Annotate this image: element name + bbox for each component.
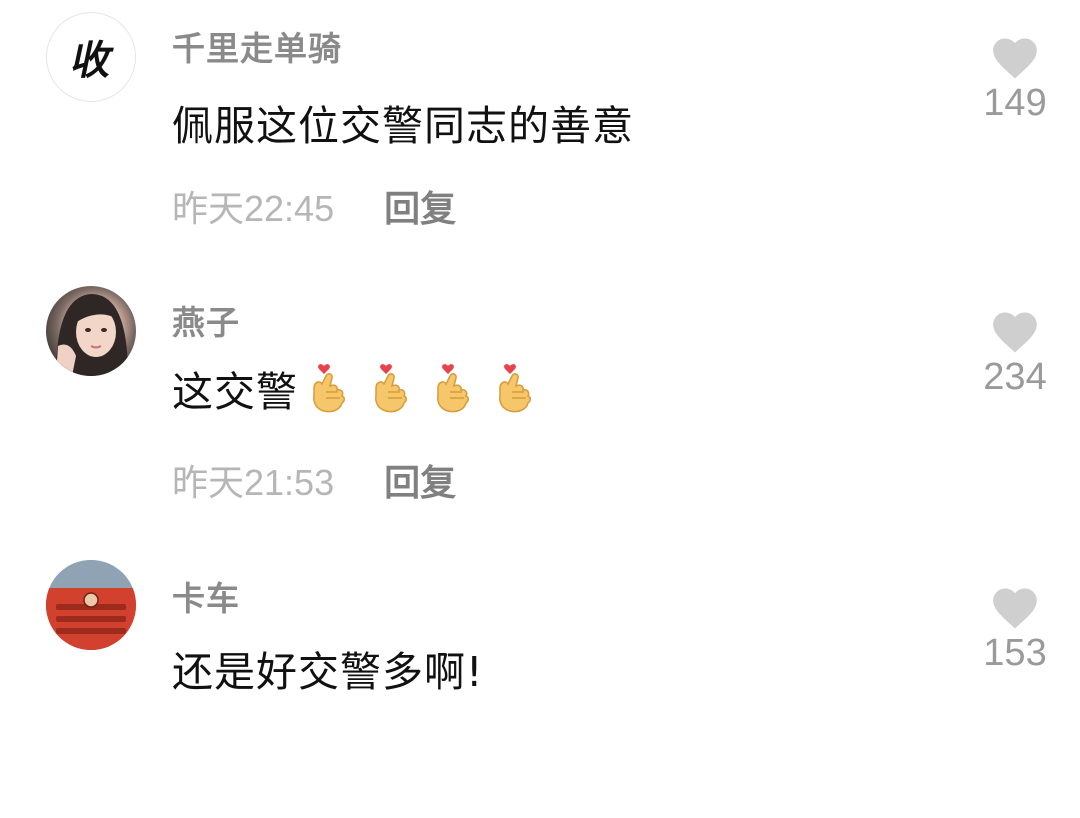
comment-time: 昨天22:45	[172, 188, 335, 229]
comment-text-content: 还是好交警多啊!	[172, 648, 484, 696]
comment-item: 收 千里走单骑 佩服这位交警同志的善意 昨天22:45 回复 149	[0, 0, 1080, 260]
heart-icon	[993, 312, 1037, 353]
username[interactable]: 千里走单骑	[172, 22, 342, 70]
reply-button[interactable]: 回复	[384, 454, 456, 506]
avatar[interactable]	[46, 286, 136, 376]
comment-text: 还是好交警多啊!	[172, 638, 483, 698]
comment-item: 燕子 这交警 昨天21:53 回复 234	[0, 278, 1080, 538]
heart-icon	[993, 38, 1037, 79]
avatar-glyph: 收	[67, 37, 114, 84]
comment-time: 昨天21:53	[172, 462, 335, 503]
comment-text-content: 这交警	[172, 368, 298, 416]
heart-icon	[993, 588, 1037, 629]
finger-heart-emoji	[437, 364, 469, 413]
comment-item: 卡车 还是好交警多啊! 153	[0, 558, 1080, 818]
avatar[interactable]: 收	[46, 12, 136, 102]
avatar[interactable]	[46, 560, 136, 650]
finger-heart-emoji	[313, 364, 345, 413]
reply-button[interactable]: 回复	[384, 180, 456, 232]
finger-heart-emoji	[499, 364, 531, 413]
comment-meta: 昨天21:53 回复	[172, 454, 456, 506]
username[interactable]: 燕子	[172, 296, 240, 344]
avatar-portrait	[56, 294, 128, 376]
comment-text-content: 佩服这位交警同志的善意	[172, 102, 634, 150]
avatar-truck	[46, 560, 136, 650]
username[interactable]: 卡车	[172, 572, 240, 620]
like-count: 153	[983, 632, 1047, 674]
like-count: 149	[983, 82, 1047, 124]
comment-meta: 昨天22:45 回复	[172, 180, 456, 232]
finger-heart-emoji	[375, 364, 407, 413]
comment-text: 佩服这位交警同志的善意	[172, 92, 634, 152]
like-button[interactable]: 153	[970, 582, 1060, 675]
like-button[interactable]: 234	[970, 306, 1060, 399]
comment-text: 这交警	[172, 358, 538, 418]
like-button[interactable]: 149	[970, 32, 1060, 125]
like-count: 234	[983, 356, 1047, 398]
